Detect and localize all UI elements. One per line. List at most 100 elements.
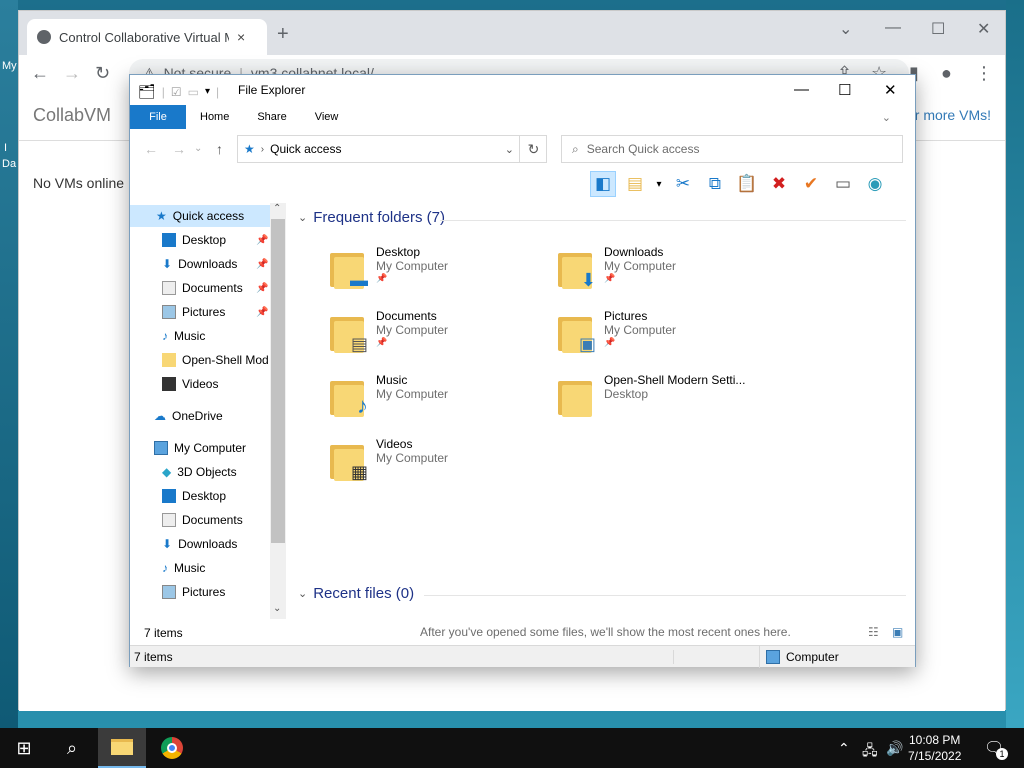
large-icons-view-icon[interactable]: ▣ xyxy=(892,625,903,639)
customize-qat-icon[interactable]: ▾ xyxy=(205,86,210,97)
sidebar-item-3d-objects[interactable]: ◆ 3D Objects xyxy=(130,461,270,483)
details-view-icon[interactable]: ☷ xyxy=(868,625,879,639)
rename-icon[interactable]: ▭ xyxy=(830,171,856,197)
browser-minimize-button[interactable]: — xyxy=(885,19,901,37)
search-icon[interactable]: ⌕ xyxy=(48,728,96,768)
dropdown-icon[interactable]: ▾ xyxy=(654,171,664,197)
chevron-right-icon[interactable]: › xyxy=(261,144,264,155)
desktop-background-left: My I Da xyxy=(0,0,18,728)
explorer-close-button[interactable]: ✕ xyxy=(884,81,897,99)
preview-pane-icon[interactable]: ◧ xyxy=(590,171,616,197)
collapse-icon[interactable]: ⌄ xyxy=(298,211,307,224)
folder-tile-documents[interactable]: ▤ Documents My Computer 📌 xyxy=(330,309,550,367)
nav-scrollbar[interactable]: ⌃ ⌄ xyxy=(270,203,286,619)
sidebar-item-desktop[interactable]: Desktop xyxy=(130,485,270,507)
properties-icon[interactable]: ☑ xyxy=(171,85,182,99)
sidebar-item-documents[interactable]: Documents 📌 xyxy=(130,277,270,299)
address-bar[interactable]: ★ › Quick access ⌄ xyxy=(237,135,547,163)
forward-icon[interactable]: → xyxy=(63,63,81,84)
recent-files-header[interactable]: ⌄ Recent files (0) xyxy=(298,585,414,602)
network-icon[interactable]: 🖧 xyxy=(862,740,878,764)
tab-close-icon[interactable]: × xyxy=(237,29,245,45)
navigation-pane: ★ Quick access Desktop 📌 ⬇ Downloads 📌 D… xyxy=(130,203,286,619)
frequent-folders-header[interactable]: ⌄ Frequent folders (7) xyxy=(298,209,445,226)
explorer-app-icon: 🗂 xyxy=(138,83,156,99)
sidebar-item-music[interactable]: ♪ Music xyxy=(130,557,270,579)
address-dropdown-icon[interactable]: ⌄ xyxy=(505,143,514,156)
search-input[interactable]: ⌕ Search Quick access xyxy=(561,135,903,163)
new-tab-button[interactable]: + xyxy=(277,23,289,46)
chevron-down-icon[interactable]: ⌄ xyxy=(839,19,852,39)
scroll-down-icon[interactable]: ⌄ xyxy=(273,603,281,614)
volume-icon[interactable]: 🔊 xyxy=(886,740,903,757)
folder-tile-pictures[interactable]: ▣ Pictures My Computer 📌 xyxy=(558,309,778,367)
more-vms-link[interactable]: r more VMs! xyxy=(915,107,991,123)
notification-count-badge: 1 xyxy=(996,748,1008,760)
folder-icon xyxy=(558,377,596,419)
cut-icon[interactable]: ✂ xyxy=(670,171,696,197)
sidebar-item-label: Desktop xyxy=(182,233,227,247)
folder-tile-music[interactable]: ♪ Music My Computer xyxy=(330,373,550,431)
sidebar-item-my-computer[interactable]: My Computer xyxy=(130,437,270,459)
sidebar-item-onedrive[interactable]: ☁ OneDrive xyxy=(130,405,270,427)
explorer-maximize-button[interactable]: ☐ xyxy=(838,81,851,99)
sidebar-item-quick-access[interactable]: ★ Quick access xyxy=(130,205,270,227)
delete-icon[interactable]: ✖ xyxy=(766,171,792,197)
picture-icon: ▣ xyxy=(578,334,596,354)
document-icon xyxy=(162,513,176,527)
sidebar-item-pictures[interactable]: Pictures xyxy=(130,581,270,603)
sidebar-item-downloads[interactable]: ⬇ Downloads 📌 xyxy=(130,253,270,275)
scroll-thumb[interactable] xyxy=(271,219,285,543)
tab-share[interactable]: Share xyxy=(243,105,300,129)
collabvm-brand[interactable]: CollabVM xyxy=(33,105,111,126)
recent-locations-icon[interactable]: ⌄ xyxy=(194,143,202,154)
profile-icon[interactable]: ● xyxy=(941,63,952,84)
sidebar-item-pictures[interactable]: Pictures 📌 xyxy=(130,301,270,323)
sidebar-item-downloads[interactable]: ⬇ Downloads xyxy=(130,533,270,555)
menu-icon[interactable]: ⋮ xyxy=(975,63,993,84)
forward-icon[interactable]: → xyxy=(172,141,186,157)
browser-tab[interactable]: Control Collaborative Virtual Mac × xyxy=(27,19,267,55)
checkmark-icon[interactable]: ✔ xyxy=(798,171,824,197)
copy-icon[interactable]: ⧉ xyxy=(702,171,728,197)
folder-name: Pictures xyxy=(604,309,648,323)
file-explorer-taskbar-icon[interactable] xyxy=(98,728,146,768)
tab-view[interactable]: View xyxy=(301,105,353,129)
taskbar-clock[interactable]: 10:08 PM 7/15/2022 xyxy=(908,732,961,764)
desktop-icon xyxy=(162,489,176,503)
sidebar-item-label: Open-Shell Mod xyxy=(182,353,269,367)
back-icon[interactable]: ← xyxy=(144,141,158,157)
windows-start-icon[interactable]: ⊞ xyxy=(0,728,48,768)
music-note-icon: ♪ xyxy=(162,329,168,343)
browser-close-button[interactable]: ✕ xyxy=(977,19,990,39)
sidebar-item-desktop[interactable]: Desktop 📌 xyxy=(130,229,270,251)
folder-tile-open-shell[interactable]: Open-Shell Modern Setti... Desktop xyxy=(558,373,778,431)
chevron-up-icon[interactable]: ⌃ xyxy=(838,740,850,757)
browser-maximize-button[interactable]: ☐ xyxy=(931,19,945,39)
folder-tile-downloads[interactable]: ⬇ Downloads My Computer 📌 xyxy=(558,245,778,303)
tab-file[interactable]: File xyxy=(130,105,186,129)
sidebar-item-videos[interactable]: Videos xyxy=(130,373,270,395)
tab-home[interactable]: Home xyxy=(186,105,243,129)
back-icon[interactable]: ← xyxy=(31,63,49,84)
folder-tile-desktop[interactable]: ▬ Desktop My Computer 📌 xyxy=(330,245,550,303)
view-options-icon[interactable]: ▤ xyxy=(622,171,648,197)
paste-icon[interactable]: 📋 xyxy=(734,171,760,197)
sidebar-item-open-shell[interactable]: Open-Shell Mod xyxy=(130,349,270,371)
chrome-icon[interactable] xyxy=(148,728,196,768)
refresh-icon[interactable]: ↻ xyxy=(519,135,547,163)
folder-tile-videos[interactable]: ▦ Videos My Computer xyxy=(330,437,550,495)
explorer-minimize-button[interactable]: — xyxy=(794,81,809,98)
folder-location: My Computer xyxy=(376,323,449,337)
collapse-icon[interactable]: ⌄ xyxy=(298,587,307,600)
up-icon[interactable]: ↑ xyxy=(216,141,223,157)
ribbon-expand-icon[interactable]: ⌄ xyxy=(882,105,915,129)
sidebar-item-music[interactable]: ♪ Music xyxy=(130,325,270,347)
explorer-titlebar: 🗂 | ☑ ▭ ▾ | File Explorer — ☐ ✕ xyxy=(130,75,915,105)
content-pane: ⌄ Frequent folders (7) ▬ Desktop My Compu… xyxy=(290,203,912,639)
new-folder-icon[interactable]: ▭ xyxy=(188,85,199,99)
reload-icon[interactable]: ↻ xyxy=(95,63,110,84)
sidebar-item-documents[interactable]: Documents xyxy=(130,509,270,531)
scroll-up-icon[interactable]: ⌃ xyxy=(273,203,281,214)
shell-icon[interactable]: ◉ xyxy=(862,171,888,197)
